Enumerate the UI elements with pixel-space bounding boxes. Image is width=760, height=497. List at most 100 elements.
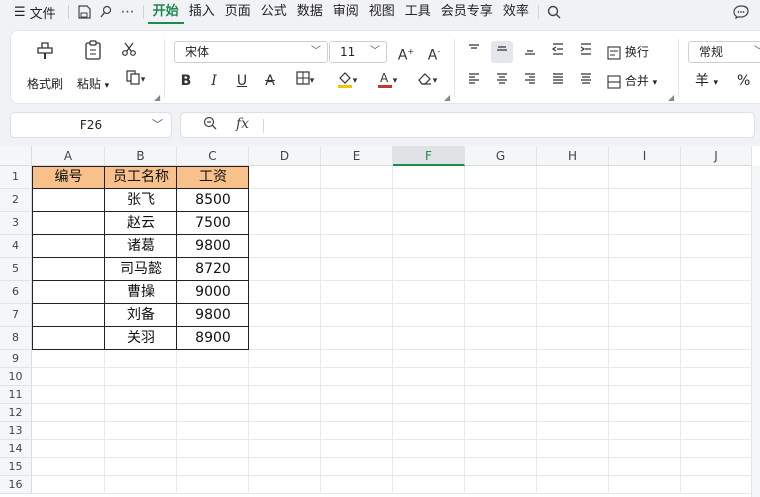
- justify-icon[interactable]: [547, 70, 569, 92]
- table-cell[interactable]: [32, 327, 105, 350]
- align-left-icon[interactable]: [463, 70, 485, 92]
- column-header-i[interactable]: I: [609, 146, 681, 166]
- table-header-cell[interactable]: 员工名称: [105, 166, 177, 189]
- column-header-j[interactable]: J: [681, 146, 752, 166]
- tab-insert[interactable]: 插入: [184, 0, 220, 24]
- tab-efficiency[interactable]: 效率: [498, 0, 534, 24]
- strikethrough-icon[interactable]: A: [259, 70, 281, 92]
- italic-icon[interactable]: I: [203, 70, 225, 92]
- tab-data[interactable]: 数据: [292, 0, 328, 24]
- row-header-5[interactable]: 5: [0, 258, 32, 281]
- increase-font-icon[interactable]: A+: [395, 41, 417, 64]
- alignment-expand-icon[interactable]: ◢: [668, 93, 674, 102]
- align-right-icon[interactable]: [519, 70, 541, 92]
- row-header-3[interactable]: 3: [0, 212, 32, 235]
- column-header-d[interactable]: D: [249, 146, 321, 166]
- decrease-font-icon[interactable]: A-: [423, 41, 445, 64]
- table-cell[interactable]: [32, 281, 105, 304]
- file-menu[interactable]: ☰ 文件: [0, 3, 64, 22]
- font-expand-icon[interactable]: ◢: [444, 93, 450, 102]
- decrease-indent-icon[interactable]: [547, 41, 569, 63]
- row-header-10[interactable]: 10: [0, 368, 32, 386]
- row-header-7[interactable]: 7: [0, 304, 32, 327]
- tab-review[interactable]: 审阅: [328, 0, 364, 24]
- currency-button[interactable]: 羊 ▾: [695, 70, 718, 92]
- row-header-15[interactable]: 15: [0, 458, 32, 476]
- row-header-13[interactable]: 13: [0, 422, 32, 440]
- formula-bar[interactable]: fx: [180, 112, 755, 138]
- table-cell[interactable]: [32, 304, 105, 327]
- format-brush-icon[interactable]: [95, 0, 117, 24]
- tab-tools[interactable]: 工具: [400, 0, 436, 24]
- table-cell[interactable]: 9800: [177, 235, 249, 258]
- table-cell[interactable]: 7500: [177, 212, 249, 235]
- table-cell[interactable]: 9800: [177, 304, 249, 327]
- row-header-16[interactable]: 16: [0, 476, 32, 494]
- font-name-select[interactable]: 宋体 ﹀: [174, 41, 328, 63]
- clear-format-button[interactable]: ▾: [411, 70, 443, 92]
- table-cell[interactable]: 曹操: [105, 281, 177, 304]
- align-bottom-icon[interactable]: [519, 41, 541, 63]
- table-cell[interactable]: 诸葛: [105, 235, 177, 258]
- vertical-scrollbar[interactable]: [751, 166, 760, 497]
- row-header-6[interactable]: 6: [0, 281, 32, 304]
- name-box[interactable]: F26 ﹀: [10, 112, 172, 138]
- save-icon[interactable]: [73, 0, 95, 24]
- table-cell[interactable]: [32, 235, 105, 258]
- underline-icon[interactable]: U: [231, 70, 253, 92]
- paste-button[interactable]: 粘贴 ▾: [71, 39, 115, 92]
- tab-view[interactable]: 视图: [364, 0, 400, 24]
- table-cell[interactable]: 司马懿: [105, 258, 177, 281]
- font-color-button[interactable]: A ▾: [371, 70, 403, 92]
- bold-icon[interactable]: B: [175, 70, 197, 92]
- select-all-corner[interactable]: [0, 146, 32, 166]
- tab-member[interactable]: 会员专享: [436, 0, 498, 24]
- row-header-9[interactable]: 9: [0, 350, 32, 368]
- table-header-cell[interactable]: 编号: [32, 166, 105, 189]
- search-icon[interactable]: [543, 0, 565, 24]
- clipboard-expand-icon[interactable]: ◢: [154, 93, 160, 102]
- row-header-14[interactable]: 14: [0, 440, 32, 458]
- distribute-icon[interactable]: [575, 70, 597, 92]
- table-cell[interactable]: 刘备: [105, 304, 177, 327]
- wrap-text-button[interactable]: 换行: [607, 41, 649, 63]
- merge-button[interactable]: 合并 ▾: [607, 70, 657, 92]
- table-cell[interactable]: 8720: [177, 258, 249, 281]
- table-cell[interactable]: [32, 212, 105, 235]
- assistant-icon[interactable]: [730, 0, 752, 24]
- column-header-e[interactable]: E: [321, 146, 393, 166]
- column-header-f[interactable]: F: [393, 146, 465, 166]
- tab-home[interactable]: 开始: [147, 0, 184, 24]
- table-cell[interactable]: 9000: [177, 281, 249, 304]
- table-header-cell[interactable]: 工资: [177, 166, 249, 189]
- fx-icon[interactable]: fx: [236, 116, 249, 132]
- align-center-icon[interactable]: [491, 70, 513, 92]
- column-header-c[interactable]: C: [177, 146, 249, 166]
- border-button[interactable]: ▾: [289, 70, 321, 92]
- column-header-b[interactable]: B: [105, 146, 177, 166]
- column-header-h[interactable]: H: [537, 146, 609, 166]
- more-icon[interactable]: ⋯: [117, 0, 139, 24]
- column-header-g[interactable]: G: [465, 146, 537, 166]
- tab-page[interactable]: 页面: [220, 0, 256, 24]
- table-cell[interactable]: 张飞: [105, 189, 177, 212]
- tab-formula[interactable]: 公式: [256, 0, 292, 24]
- row-header-2[interactable]: 2: [0, 189, 32, 212]
- number-format-select[interactable]: 常规 ﹀: [688, 41, 760, 63]
- zoom-icon[interactable]: [203, 116, 217, 134]
- align-middle-icon[interactable]: [491, 41, 513, 63]
- table-cell[interactable]: 8500: [177, 189, 249, 212]
- column-header-a[interactable]: A: [32, 146, 105, 166]
- row-header-8[interactable]: 8: [0, 327, 32, 350]
- percent-button[interactable]: %: [737, 70, 750, 92]
- table-cell[interactable]: 赵云: [105, 212, 177, 235]
- increase-indent-icon[interactable]: [575, 41, 597, 63]
- row-header-11[interactable]: 11: [0, 386, 32, 404]
- spreadsheet-grid[interactable]: A B C D E F G H I J 1 2 3 4 5 6 7 8 9 10 11 12 13 14 15 16 编号 员工名称工…: [0, 146, 760, 497]
- table-cell[interactable]: 8900: [177, 327, 249, 350]
- format-painter-button[interactable]: 格式刷: [23, 39, 67, 92]
- font-size-select[interactable]: 11 ﹀: [329, 41, 387, 63]
- fill-color-button[interactable]: ▾: [331, 70, 363, 92]
- scissors-icon[interactable]: [118, 41, 140, 63]
- row-header-12[interactable]: 12: [0, 404, 32, 422]
